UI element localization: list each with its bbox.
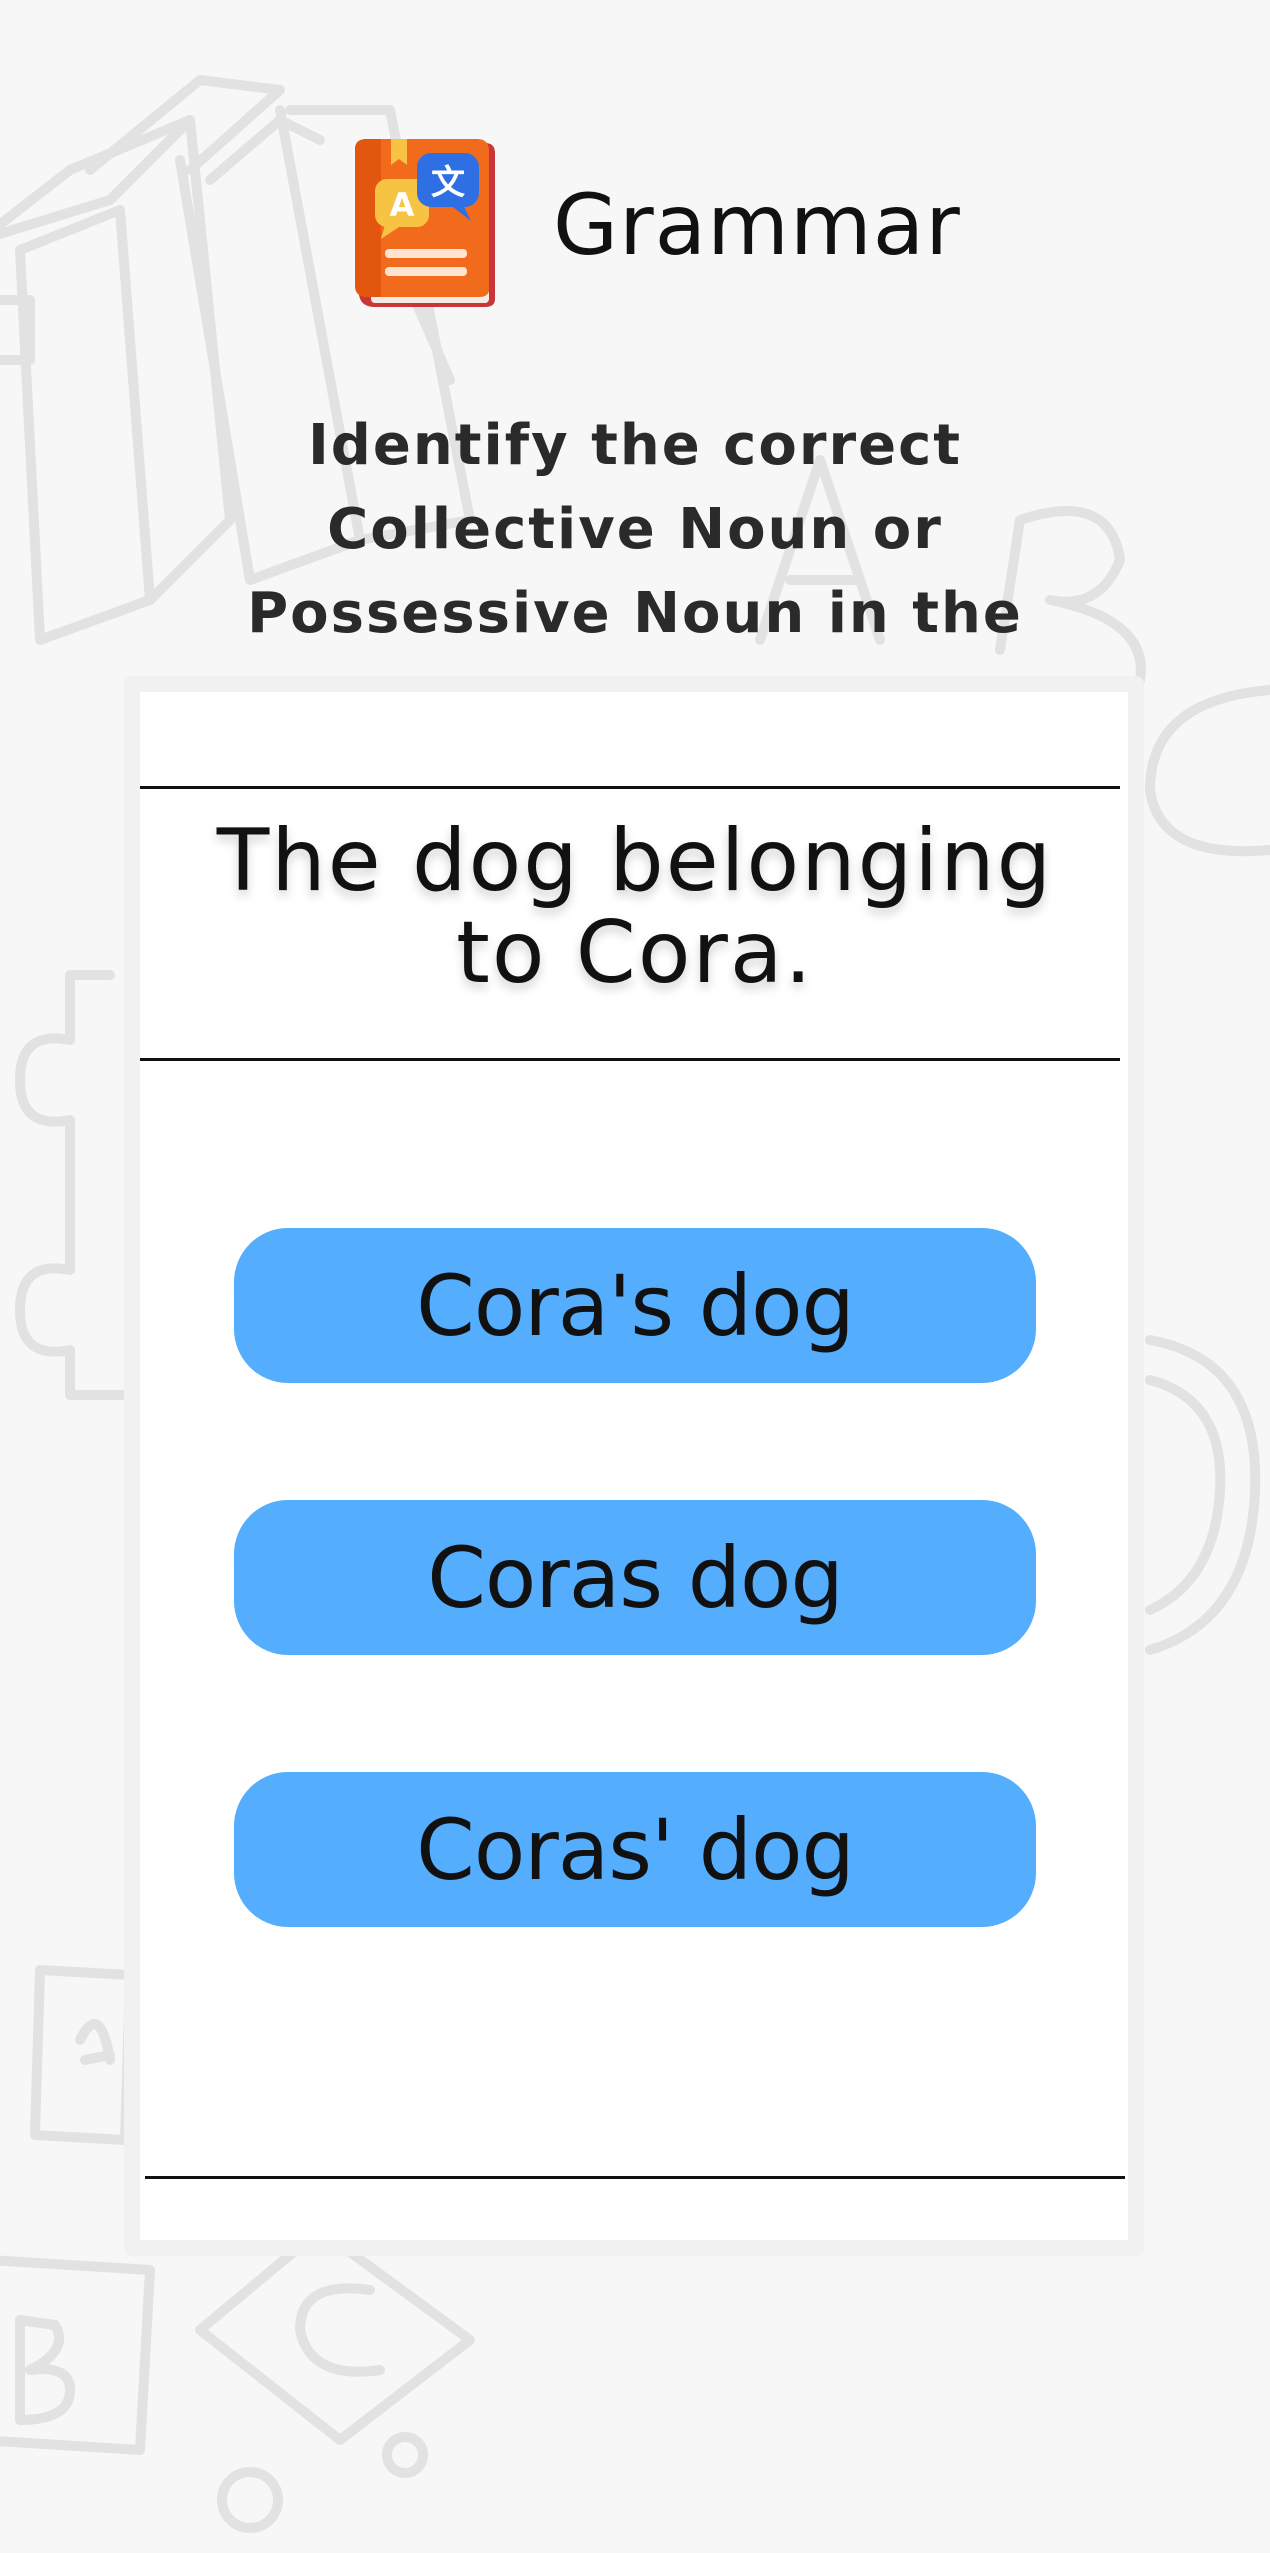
app-header: A 文 Grammar: [345, 135, 985, 315]
option-button-3[interactable]: Coras' dog: [234, 1772, 1036, 1927]
option-button-2[interactable]: Coras dog: [234, 1500, 1036, 1655]
question-text: The dog belonging to Cora.: [216, 811, 1054, 1003]
card-footer-divider: [145, 2176, 1125, 2179]
app-title: Grammar: [553, 176, 961, 274]
grammar-book-icon: A 文: [345, 139, 505, 311]
svg-text:文: 文: [431, 163, 465, 203]
option-button-1[interactable]: Cora's dog: [234, 1228, 1036, 1383]
svg-text:A: A: [390, 186, 415, 224]
question-top-divider: [140, 786, 1120, 789]
answer-options: Cora's dog Coras dog Coras' dog: [234, 1228, 1036, 2044]
question-bottom-divider: [140, 1058, 1120, 1061]
